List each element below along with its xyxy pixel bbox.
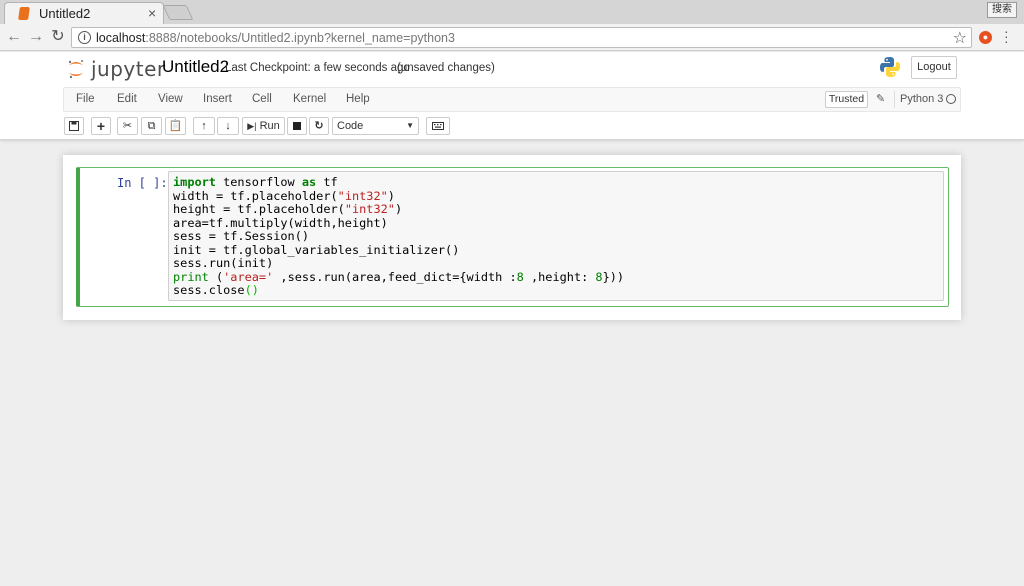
arrow-up-icon: ↑ bbox=[201, 120, 207, 132]
input-prompt: In [ ]: bbox=[117, 176, 168, 190]
copy-icon: ⧉ bbox=[147, 120, 156, 132]
bookmark-star-icon[interactable]: ☆ bbox=[953, 28, 967, 48]
url-path: :8888/notebooks/Untitled2.ipynb?kernel_n… bbox=[145, 31, 455, 45]
step-forward-icon: ▶︎| bbox=[247, 121, 257, 131]
restart-icon: ↻ bbox=[314, 120, 324, 132]
chevron-down-icon: ▼ bbox=[406, 121, 414, 130]
cut-button[interactable]: ✂ bbox=[117, 117, 138, 135]
plus-icon: + bbox=[96, 118, 106, 134]
code-line: sess.close() bbox=[173, 283, 259, 297]
forward-arrow-icon[interactable]: → bbox=[26, 27, 46, 47]
menu-help[interactable]: Help bbox=[346, 93, 370, 105]
kernel-divider bbox=[894, 91, 895, 108]
keyboard-icon bbox=[432, 122, 444, 130]
logout-button[interactable]: Logout bbox=[911, 56, 957, 79]
arrow-down-icon: ↓ bbox=[225, 120, 231, 132]
copy-button[interactable]: ⧉ bbox=[141, 117, 162, 135]
menu-file[interactable]: File bbox=[76, 93, 95, 105]
checkpoint-status: Last Checkpoint: a few seconds ago bbox=[225, 62, 410, 74]
pencil-icon[interactable]: ✎ bbox=[876, 92, 885, 105]
code-line: sess.run(init) bbox=[173, 256, 274, 270]
code-line: import tensorflow as tf bbox=[173, 175, 338, 189]
cell-type-select[interactable]: Code ▼ bbox=[332, 117, 419, 135]
run-label: Run bbox=[259, 120, 280, 132]
browser-toolbar: ← → ↻ i localhost:8888/notebooks/Untitle… bbox=[0, 24, 1024, 51]
interrupt-button[interactable] bbox=[287, 117, 307, 135]
kernel-idle-indicator-icon bbox=[946, 94, 956, 104]
code-line: print ('area=' ,sess.run(area,feed_dict=… bbox=[173, 269, 625, 284]
url-host: localhost bbox=[96, 31, 146, 45]
code-line: init = tf.global_variables_initializer() bbox=[173, 242, 460, 257]
jupyter-logo-icon bbox=[68, 60, 83, 79]
input-method-badge: 搜索 bbox=[987, 2, 1017, 18]
logo-text: jupyter bbox=[91, 57, 166, 81]
restart-button[interactable]: ↻ bbox=[309, 117, 329, 135]
close-tab-icon[interactable]: × bbox=[148, 5, 156, 21]
kernel-name: Python 3 bbox=[900, 93, 944, 105]
code-line: height = tf.placeholder("int32") bbox=[173, 202, 403, 216]
trusted-badge[interactable]: Trusted bbox=[825, 91, 868, 108]
url-text: localhost:8888/notebooks/Untitled2.ipynb… bbox=[96, 31, 455, 45]
menu-view[interactable]: View bbox=[158, 93, 183, 105]
paste-button[interactable]: 📋 bbox=[165, 117, 186, 135]
stop-icon bbox=[293, 122, 301, 130]
move-up-button[interactable]: ↑ bbox=[193, 117, 215, 135]
tab-title: Untitled2 bbox=[39, 6, 91, 21]
menu-insert[interactable]: Insert bbox=[203, 93, 232, 105]
paste-icon: 📋 bbox=[168, 120, 183, 132]
run-button[interactable]: ▶︎| Run bbox=[242, 117, 285, 135]
browser-menu-icon[interactable]: · · · bbox=[1004, 24, 1009, 48]
code-line: area=tf.multiply(width,height) bbox=[173, 215, 388, 230]
add-cell-button[interactable]: + bbox=[91, 117, 111, 135]
scissors-icon: ✂ bbox=[122, 120, 133, 132]
extension-icon[interactable]: ● bbox=[979, 31, 992, 44]
address-bar[interactable]: i localhost:8888/notebooks/Untitled2.ipy… bbox=[71, 27, 972, 48]
menu-cell[interactable]: Cell bbox=[252, 93, 272, 105]
reload-icon[interactable]: ↻ bbox=[48, 27, 68, 47]
cell-type-value: Code bbox=[337, 120, 364, 132]
code-line: width = tf.placeholder("int32") bbox=[173, 188, 395, 203]
browser-tab-bar: Untitled2 × 搜索 bbox=[0, 0, 1024, 24]
menu-edit[interactable]: Edit bbox=[117, 93, 137, 105]
new-tab-button[interactable] bbox=[162, 5, 194, 20]
save-button[interactable] bbox=[64, 117, 84, 135]
notebook-favicon-icon bbox=[18, 7, 30, 20]
python-logo-icon bbox=[880, 57, 900, 77]
code-line: sess = tf.Session() bbox=[173, 229, 310, 243]
move-down-button[interactable]: ↓ bbox=[217, 117, 239, 135]
back-arrow-icon[interactable]: ← bbox=[4, 27, 24, 47]
menu-kernel[interactable]: Kernel bbox=[293, 93, 326, 105]
notebook-name[interactable]: Untitled2 bbox=[162, 57, 229, 77]
info-icon[interactable]: i bbox=[78, 31, 91, 44]
unsaved-status: (unsaved changes) bbox=[397, 62, 495, 74]
save-icon bbox=[69, 121, 79, 131]
code-text[interactable]: import tensorflow as tf width = tf.placeh… bbox=[173, 175, 625, 298]
browser-tab[interactable]: Untitled2 × bbox=[4, 2, 164, 24]
command-palette-button[interactable] bbox=[426, 117, 450, 135]
